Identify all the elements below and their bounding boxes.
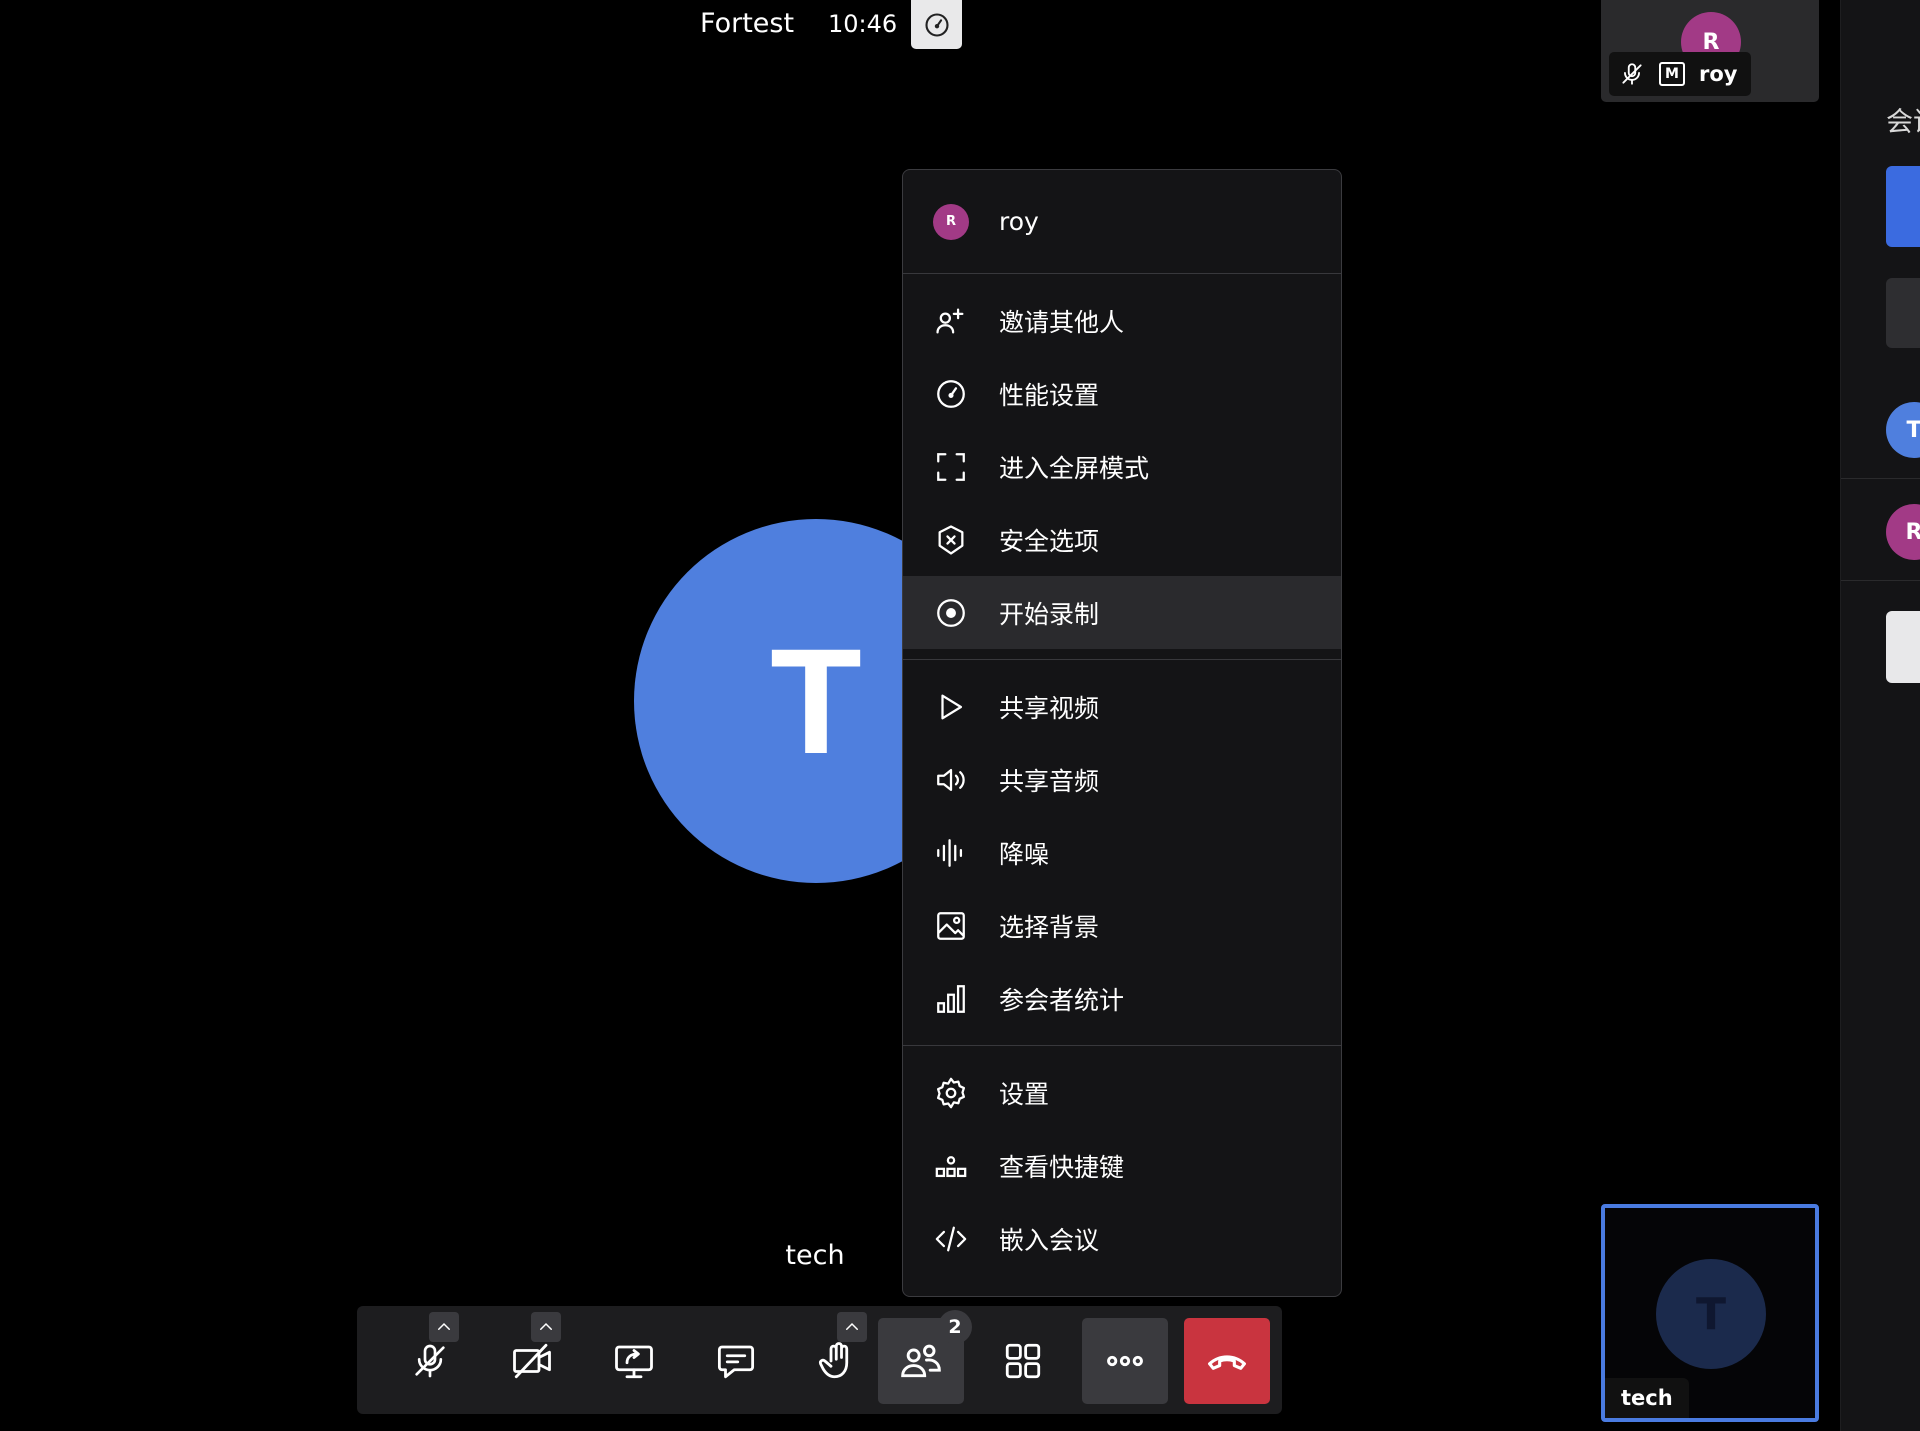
chevron-up-icon — [438, 1322, 450, 1330]
code-icon — [933, 1221, 969, 1257]
menu-item-fullscreen[interactable]: 进入全屏模式 — [903, 430, 1341, 503]
menu-item-label: 性能设置 — [999, 380, 1100, 410]
thumbnail-label: M roy — [1609, 52, 1752, 96]
menu-item-share-audio[interactable]: 共享音频 — [903, 743, 1341, 816]
menu-item-background[interactable]: 选择背景 — [903, 889, 1341, 962]
menu-section-settings: 设置 查看快捷键 嵌入会议 — [903, 1046, 1341, 1285]
menu-item-invite[interactable]: 邀请其他人 — [903, 284, 1341, 357]
thumbnail-tech[interactable]: T tech — [1601, 1204, 1819, 1422]
camera-off-icon — [513, 1343, 551, 1379]
menu-user-name: roy — [999, 207, 1039, 236]
more-icon — [1107, 1355, 1143, 1367]
moderator-badge: M — [1659, 62, 1685, 86]
participants-count-badge: 2 — [938, 1310, 972, 1344]
avatar-letter: R — [945, 214, 956, 229]
menu-user-row: R roy — [903, 170, 1341, 274]
side-panel-light-button[interactable] — [1886, 611, 1920, 683]
menu-item-settings[interactable]: 设置 — [903, 1056, 1341, 1129]
chat-button[interactable] — [693, 1318, 779, 1404]
menu-item-performance[interactable]: 性能设置 — [903, 357, 1341, 430]
menu-item-embed[interactable]: 嵌入会议 — [903, 1202, 1341, 1275]
menu-item-label: 安全选项 — [999, 526, 1100, 556]
menu-item-label: 共享音频 — [999, 766, 1100, 796]
play-icon — [933, 689, 969, 725]
menu-item-shortcuts[interactable]: 查看快捷键 — [903, 1129, 1341, 1202]
chevron-up-icon — [846, 1322, 858, 1330]
thumbnail-name: roy — [1699, 62, 1738, 86]
menu-item-label: 嵌入会议 — [999, 1225, 1100, 1255]
menu-item-stats[interactable]: 参会者统计 — [903, 962, 1341, 1035]
divider — [1841, 580, 1920, 581]
gauge-icon — [933, 376, 969, 412]
side-panel: 会议 T R — [1840, 0, 1920, 1431]
menu-item-label: 设置 — [999, 1079, 1050, 1109]
participant-avatar-roy[interactable]: R — [1886, 504, 1920, 560]
side-panel-title: 会议 — [1886, 107, 1920, 138]
divider — [1841, 478, 1920, 479]
menu-item-label: 查看快捷键 — [999, 1152, 1125, 1182]
noise-suppression-icon — [933, 835, 969, 871]
menu-item-label: 降噪 — [999, 839, 1050, 869]
bar-chart-icon — [933, 981, 969, 1017]
menu-item-label: 进入全屏模式 — [999, 453, 1150, 483]
raise-hand-icon — [819, 1342, 849, 1379]
menu-item-share-video[interactable]: 共享视频 — [903, 670, 1341, 743]
record-icon — [933, 595, 969, 631]
menu-item-label: 参会者统计 — [999, 985, 1125, 1015]
thumbnail-roy[interactable]: R M roy — [1601, 0, 1819, 102]
avatar-letter: R — [1905, 519, 1920, 545]
more-actions-menu: R roy 邀请其他人 性能设置 进入全屏模式 安全选项 开始录制 共享视频 共… — [902, 169, 1342, 1297]
tile-view-icon — [1005, 1343, 1041, 1379]
mic-options-button[interactable] — [429, 1312, 459, 1342]
more-actions-button[interactable] — [1082, 1318, 1168, 1404]
side-panel-primary-button[interactable] — [1886, 166, 1920, 247]
leave-meeting-button[interactable] — [1184, 1318, 1270, 1404]
speaker-name: tech — [785, 1240, 845, 1271]
hangup-icon — [1208, 1355, 1246, 1370]
avatar-letter: T — [1906, 417, 1920, 443]
menu-section-media: 共享视频 共享音频 降噪 选择背景 参会者统计 — [903, 660, 1341, 1046]
avatar-letter: R — [1702, 29, 1720, 55]
menu-item-label: 选择背景 — [999, 912, 1100, 942]
side-panel-secondary-button[interactable] — [1886, 278, 1920, 348]
gauge-icon — [924, 12, 949, 37]
invite-icon — [933, 303, 969, 339]
tile-view-button[interactable] — [980, 1318, 1066, 1404]
screen-share-icon — [615, 1345, 653, 1379]
image-icon — [933, 908, 969, 944]
gear-icon — [933, 1075, 969, 1111]
mic-muted-icon — [1622, 63, 1642, 85]
thumbnail-name: tech — [1605, 1378, 1689, 1418]
chevron-up-icon — [540, 1322, 552, 1330]
performance-button[interactable] — [911, 0, 962, 49]
shortcuts-icon — [933, 1148, 969, 1184]
participant-avatar-tech[interactable]: T — [1886, 402, 1920, 458]
menu-item-security[interactable]: 安全选项 — [903, 503, 1341, 576]
mic-muted-icon — [415, 1344, 445, 1378]
participants-icon — [901, 1344, 941, 1378]
shield-icon — [933, 522, 969, 558]
meeting-toolbar: 2 — [357, 1306, 1282, 1414]
menu-section-general: 邀请其他人 性能设置 进入全屏模式 安全选项 开始录制 — [903, 274, 1341, 660]
meeting-clock: 10:46 — [828, 10, 898, 38]
camera-options-button[interactable] — [531, 1312, 561, 1342]
top-bar: Fortest 10:46 — [0, 0, 1840, 60]
menu-item-label: 邀请其他人 — [999, 307, 1125, 337]
speaker-avatar-letter: T — [770, 616, 862, 785]
screen-share-button[interactable] — [591, 1318, 677, 1404]
menu-item-record[interactable]: 开始录制 — [903, 576, 1341, 649]
fullscreen-icon — [933, 449, 969, 485]
speaker-icon — [933, 762, 969, 798]
chat-icon — [717, 1345, 755, 1379]
avatar: R — [933, 203, 969, 240]
menu-item-noise-suppression[interactable]: 降噪 — [903, 816, 1341, 889]
menu-item-label: 共享视频 — [999, 693, 1100, 723]
avatar: T — [1656, 1259, 1766, 1369]
reactions-options-button[interactable] — [837, 1312, 867, 1342]
room-name: Fortest — [700, 8, 795, 39]
menu-item-label: 开始录制 — [999, 599, 1100, 629]
avatar-letter: T — [1695, 1288, 1726, 1340]
